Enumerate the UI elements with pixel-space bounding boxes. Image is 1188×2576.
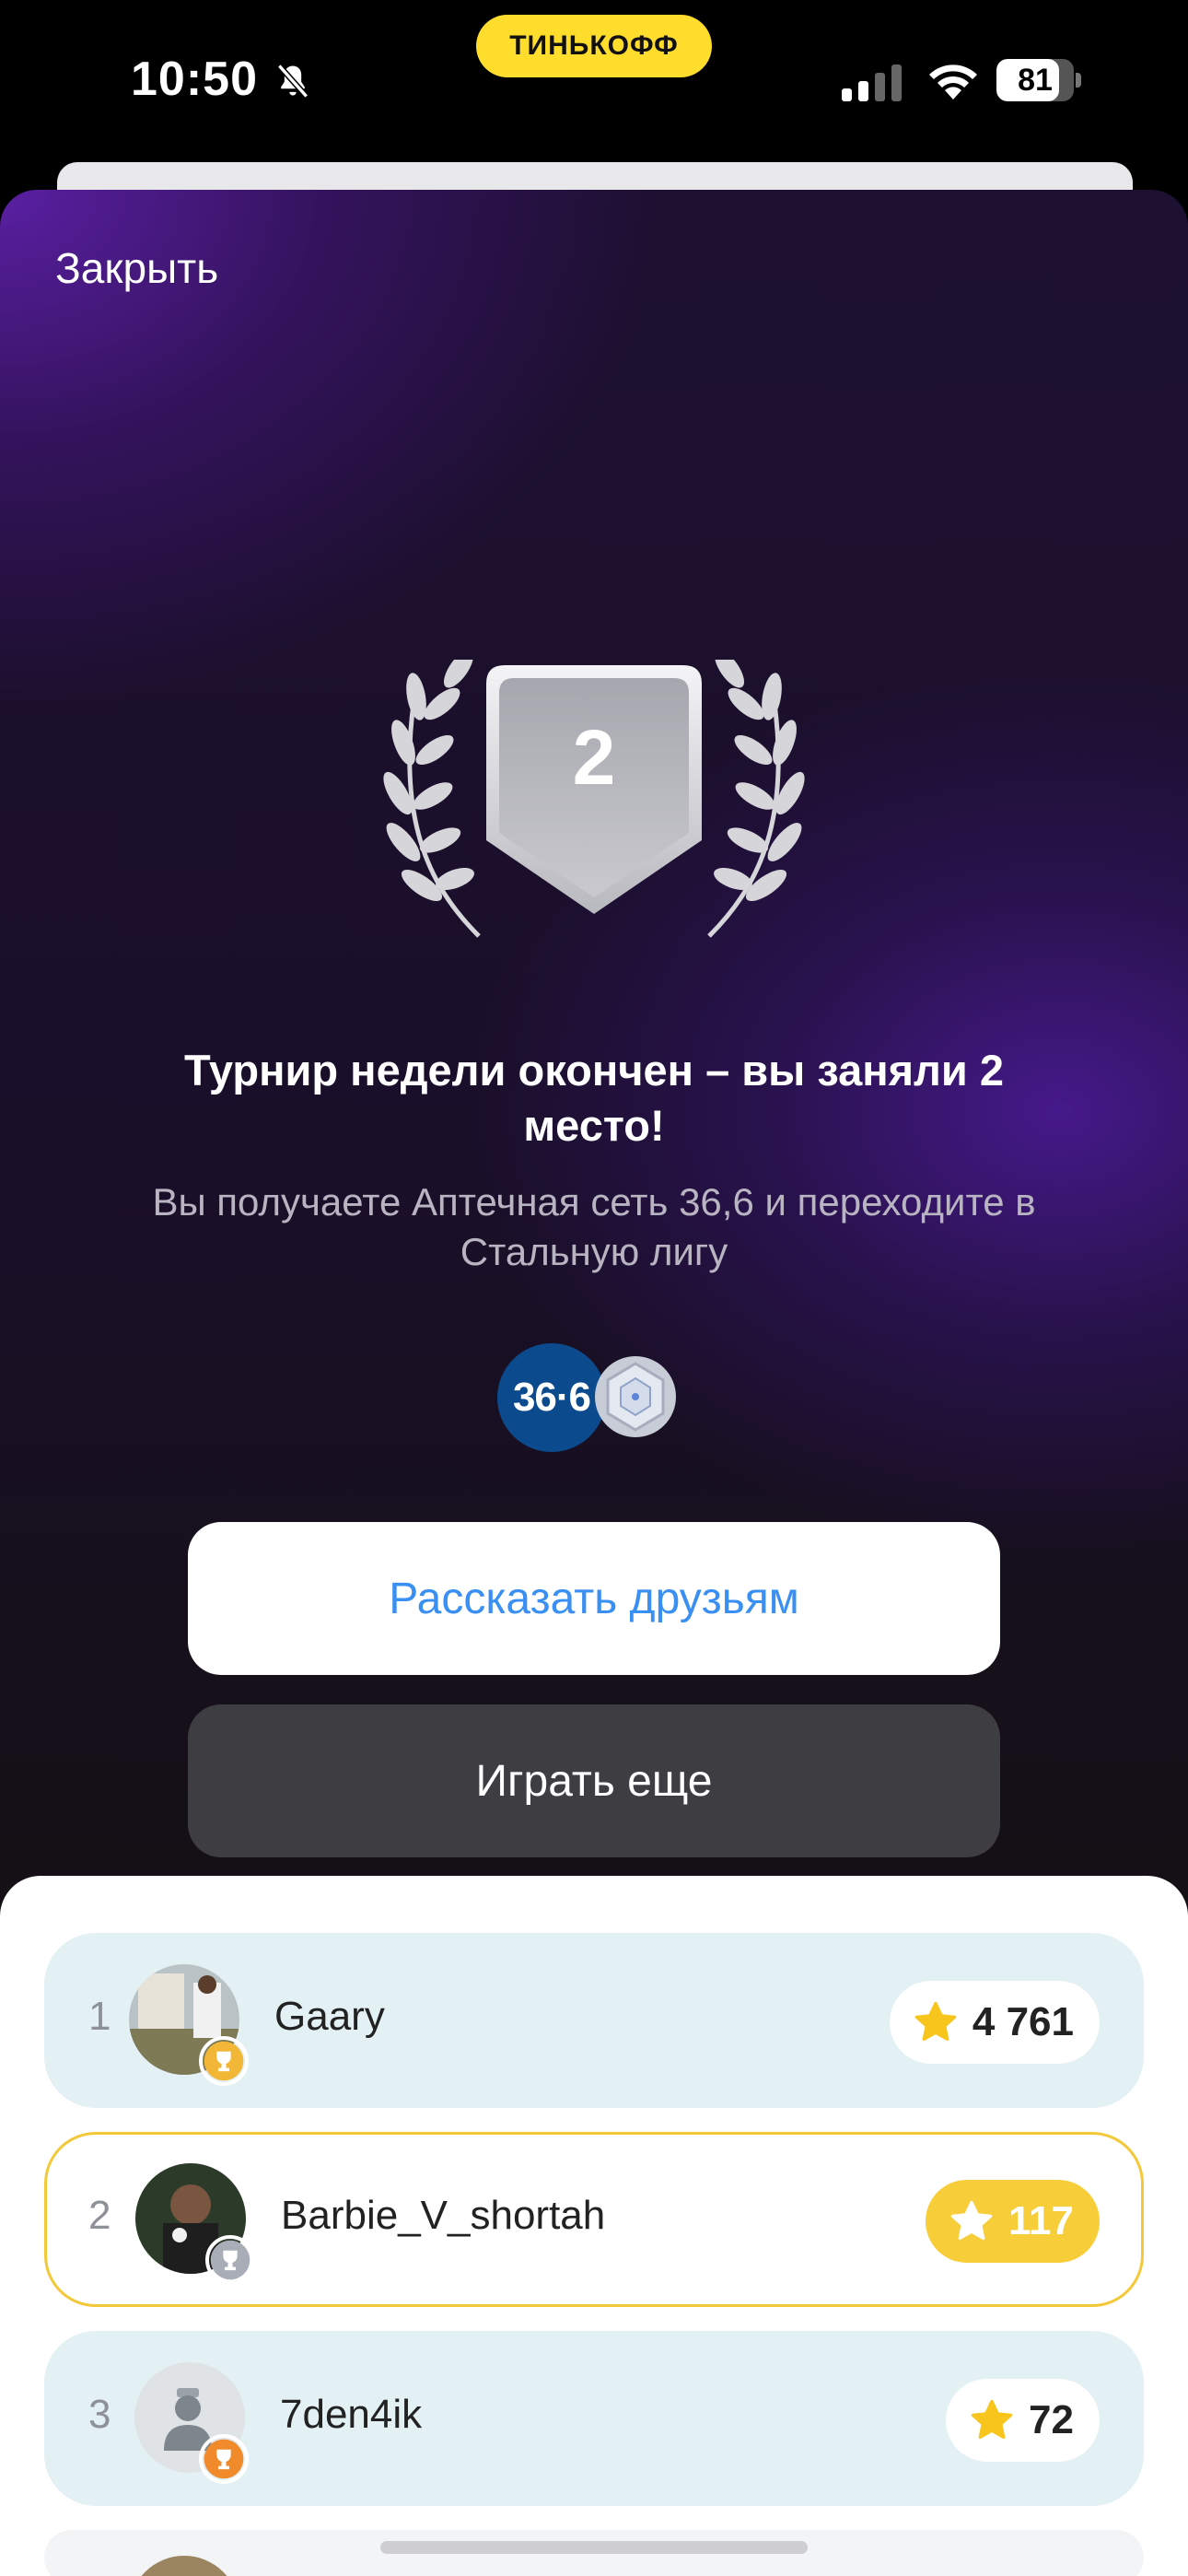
screen: 10:50 ТИНЬКОФФ 81 Закрыть 2 Турнир недел… — [0, 0, 1188, 2576]
row-username: 7den4ik — [280, 2392, 423, 2437]
pharmacy-logo-text: 36·6 — [512, 1375, 591, 1420]
row-score: 117 — [926, 2180, 1100, 2263]
star-icon — [950, 2200, 993, 2241]
play-again-button[interactable]: Играть еще — [188, 1704, 1000, 1857]
status-bar: 10:50 ТИНЬКОФФ 81 — [0, 0, 1188, 161]
result-subtitle: Вы получаете Аптечная сеть 36,6 и перехо… — [152, 1180, 1036, 1273]
wifi-icon — [929, 64, 977, 100]
battery-icon: 81 — [996, 59, 1081, 101]
leaderboard-row[interactable]: 1 Gaary 4 761 — [44, 1933, 1144, 2108]
avatar — [129, 2556, 239, 2576]
battery-level: 81 — [1018, 62, 1053, 98]
row-score: 4 761 — [889, 1981, 1100, 2064]
status-time: 10:50 — [131, 53, 258, 106]
place-number: 2 — [572, 714, 616, 801]
cellular-signal-icon — [842, 64, 902, 101]
silver-trophy-icon — [205, 2235, 255, 2285]
star-icon — [914, 2001, 957, 2042]
row-score-value: 72 — [1029, 2397, 1074, 2442]
row-rank: 2 — [88, 2193, 111, 2238]
brand-pill[interactable]: ТИНЬКОФФ — [476, 15, 712, 77]
row-username: Barbie_V_shortah — [281, 2193, 606, 2238]
gold-trophy-icon — [199, 2036, 249, 2086]
place-badge: 2 — [378, 660, 810, 964]
row-rank: 1 — [88, 1994, 111, 2039]
leaderboard-row[interactable]: 3 7den4ik 72 — [44, 2331, 1144, 2506]
row-score-value: 4 761 — [972, 1999, 1074, 2044]
row-rank: 3 — [88, 2392, 111, 2437]
leaderboard-row-current-user[interactable]: 2 Barbie_V_shortah 117 — [44, 2132, 1144, 2307]
share-button[interactable]: Рассказать друзьям — [188, 1522, 1000, 1675]
row-username: Gaary — [274, 1994, 385, 2039]
laurel-right-icon — [707, 660, 805, 938]
home-indicator[interactable] — [380, 2541, 808, 2554]
row-score: 72 — [946, 2379, 1100, 2462]
leaderboard: 1 Gaary 4 761 2 Barbie_V_shortah 117 3 7… — [0, 1876, 1188, 2576]
laurel-left-icon — [383, 660, 481, 938]
bell-slash-icon — [276, 64, 309, 99]
star-icon — [971, 2399, 1013, 2440]
pharmacy-logo: 36·6 — [497, 1343, 606, 1452]
close-button[interactable]: Закрыть — [55, 243, 218, 293]
row-score-value: 117 — [1008, 2198, 1074, 2243]
steel-league-icon — [595, 1356, 676, 1437]
result-title: Турнир недели окончен – вы заняли 2 мест… — [183, 1046, 1005, 1150]
bronze-trophy-icon — [199, 2434, 249, 2484]
